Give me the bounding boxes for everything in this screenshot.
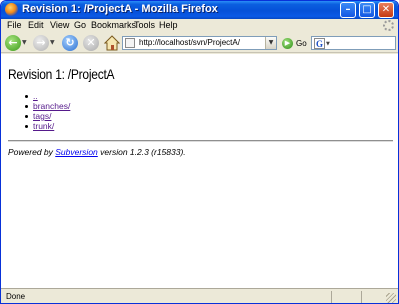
address-history-dropdown-icon[interactable]: ▼ [265,37,276,49]
menu-go[interactable]: Go [74,20,86,30]
subversion-link[interactable]: Subversion [55,147,98,157]
back-arrow-icon: ← [5,34,21,51]
maximize-button[interactable]: □ [359,2,375,18]
search-box[interactable]: G ▼ [311,36,396,50]
google-search-icon[interactable]: G [314,38,325,49]
list-item: branches/ [24,101,70,111]
list-item: .. [24,91,70,101]
status-bar: Done [1,288,398,303]
footer-version: version 1.2.3 (r15833). [97,147,186,157]
branches-link[interactable]: branches/ [33,101,70,111]
firefox-icon [5,3,18,16]
menu-bar: File Edit View Go Bookmarks Tools Help [1,19,398,32]
back-button[interactable]: ← ▼ [5,34,27,51]
stop-button[interactable]: ✕ [83,34,99,51]
page-content: Revision 1: /ProjectA .. branches/ tags/… [1,54,398,288]
minimize-button[interactable]: – [340,2,356,18]
address-input[interactable]: http://localhost/svn/ProjectA/ [139,38,240,47]
menu-view[interactable]: View [50,20,69,30]
resize-grip-icon[interactable] [386,293,396,303]
list-item: trunk/ [24,121,70,131]
parent-dir-link[interactable]: .. [33,91,38,101]
go-arrow-icon: ▶ [282,37,293,49]
menu-edit[interactable]: Edit [28,20,44,30]
reload-icon: ↻ [62,34,78,51]
list-item: tags/ [24,111,70,121]
powered-by-footer: Powered by Subversion version 1.2.3 (r15… [8,147,186,157]
forward-arrow-icon: → [33,34,49,51]
window-title: Revision 1: /ProjectA - Mozilla Firefox [22,3,218,15]
footer-prefix: Powered by [8,147,56,157]
home-button[interactable] [104,34,120,51]
page-favicon-icon [125,38,135,48]
search-engine-dropdown-icon[interactable]: ▼ [326,41,330,47]
reload-button[interactable]: ↻ [62,34,78,51]
page-title: Revision 1: /ProjectA [8,66,115,82]
forward-button[interactable]: → ▼ [33,34,55,51]
trunk-link[interactable]: trunk/ [33,121,54,131]
address-bar[interactable]: http://localhost/svn/ProjectA/ ▼ [122,36,277,50]
browser-window: Revision 1: /ProjectA - Mozilla Firefox … [0,0,399,304]
home-icon [104,34,120,50]
status-text: Done [6,292,26,301]
go-label: Go [296,38,307,48]
go-button[interactable]: ▶ Go [282,36,307,50]
menu-bookmarks[interactable]: Bookmarks [91,20,136,30]
stop-icon: ✕ [83,34,99,51]
directory-list: .. branches/ tags/ trunk/ [24,91,70,131]
forward-dropdown-icon[interactable]: ▼ [50,39,55,46]
tags-link[interactable]: tags/ [33,111,51,121]
menu-file[interactable]: File [7,20,22,30]
horizontal-rule [8,140,393,142]
status-divider [331,291,332,303]
menu-help[interactable]: Help [159,20,178,30]
back-dropdown-icon[interactable]: ▼ [22,39,27,46]
close-button[interactable]: ✕ [378,2,394,18]
title-bar[interactable]: Revision 1: /ProjectA - Mozilla Firefox … [1,1,398,19]
status-divider [361,291,362,303]
menu-tools[interactable]: Tools [134,20,155,30]
activity-throbber-icon [383,20,394,31]
